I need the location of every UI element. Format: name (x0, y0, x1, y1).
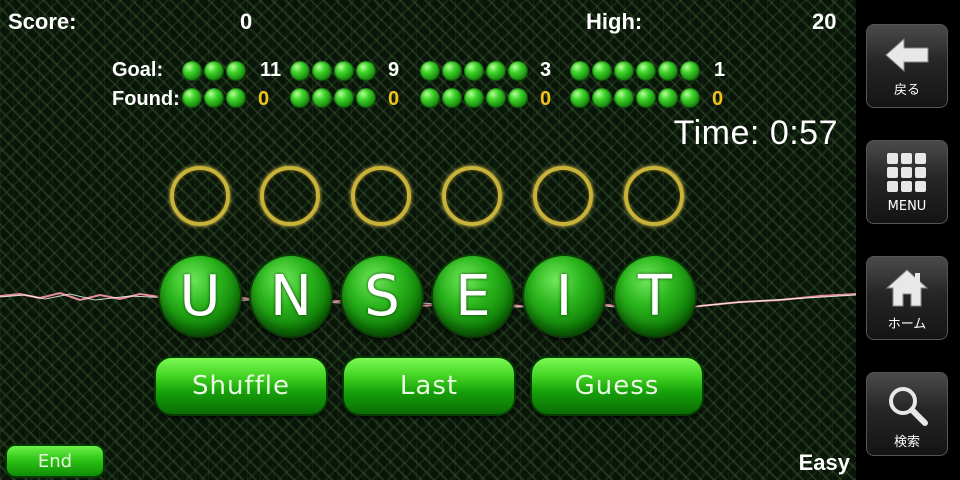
last-button[interactable]: Last (342, 356, 516, 416)
back-arrow-icon (885, 37, 929, 73)
letter-tile-1[interactable]: U (158, 254, 242, 338)
ball-icon (204, 61, 224, 81)
ball-icon (658, 88, 678, 108)
search-button[interactable]: 検索 (866, 372, 948, 456)
letter-tile-5[interactable]: I (522, 254, 606, 338)
timer: Time: 0:57 (674, 114, 838, 153)
answer-slot-5[interactable] (533, 166, 593, 226)
ball-icon (420, 61, 440, 81)
home-label: ホーム (887, 317, 927, 332)
goal-balls-5 (420, 61, 528, 81)
ball-icon (570, 88, 590, 108)
ball-icon (464, 88, 484, 108)
goal-balls-4 (290, 61, 376, 81)
ball-icon (182, 88, 202, 108)
found-balls-3 (182, 88, 246, 108)
found-balls-4 (290, 88, 376, 108)
letter-tile-2[interactable]: N (249, 254, 333, 338)
game-area: Score: 0 High: 20 Goal: Found: 11 0 9 0 … (0, 0, 856, 480)
ball-icon (290, 88, 310, 108)
ball-icon (486, 61, 506, 81)
end-button[interactable]: End (5, 444, 105, 478)
home-button[interactable]: ホーム (866, 256, 948, 340)
answer-slot-2[interactable] (260, 166, 320, 226)
ball-icon (658, 61, 678, 81)
ball-icon (442, 61, 462, 81)
system-sidebar: 戻る MENU ホーム 検索 (856, 0, 960, 480)
answer-slot-1[interactable] (170, 166, 230, 226)
ball-icon (508, 88, 528, 108)
ball-icon (636, 61, 656, 81)
goal-count-3: 11 (260, 59, 282, 81)
home-icon (885, 269, 929, 307)
search-label: 検索 (893, 435, 920, 450)
ball-icon (680, 88, 700, 108)
ball-icon (614, 61, 634, 81)
ball-icon (356, 88, 376, 108)
menu-button[interactable]: MENU (866, 140, 948, 224)
goal-count-6: 1 (714, 59, 726, 81)
ball-icon (182, 61, 202, 81)
ball-icon (486, 88, 506, 108)
ball-icon (312, 61, 332, 81)
goal-count-5: 3 (540, 59, 552, 81)
ball-icon (592, 61, 612, 81)
ball-icon (290, 61, 310, 81)
answer-slot-3[interactable] (351, 166, 411, 226)
letter-tile-3[interactable]: S (340, 254, 424, 338)
guess-button[interactable]: Guess (530, 356, 704, 416)
search-icon (889, 387, 928, 426)
ball-icon (356, 61, 376, 81)
found-count-6: 0 (712, 88, 724, 110)
ball-icon (420, 88, 440, 108)
timer-label: Time: (673, 114, 760, 152)
goal-balls-3 (182, 61, 246, 81)
found-count-4: 0 (388, 88, 400, 110)
found-balls-6 (570, 88, 700, 108)
high-score-value: 20 (812, 9, 837, 34)
ball-icon (204, 88, 224, 108)
ball-icon (508, 61, 528, 81)
goal-label: Goal: (112, 59, 164, 81)
ball-icon (442, 88, 462, 108)
high-score-label: High: (586, 9, 643, 34)
found-count-3: 0 (258, 88, 270, 110)
menu-label: MENU (887, 199, 927, 214)
answer-slot-4[interactable] (442, 166, 502, 226)
score-label: Score: (8, 9, 77, 34)
found-label: Found: (112, 88, 180, 110)
ball-icon (680, 61, 700, 81)
ball-icon (226, 61, 246, 81)
letter-tile-4[interactable]: E (431, 254, 515, 338)
ball-icon (570, 61, 590, 81)
ball-icon (312, 88, 332, 108)
grid-menu-icon (887, 153, 926, 192)
shuffle-button[interactable]: Shuffle (154, 356, 328, 416)
found-balls-5 (420, 88, 528, 108)
ball-icon (334, 88, 354, 108)
score-value: 0 (240, 9, 253, 34)
lightning-decoration (0, 291, 856, 314)
answer-slot-6[interactable] (624, 166, 684, 226)
ball-icon (636, 88, 656, 108)
ball-icon (226, 88, 246, 108)
found-count-5: 0 (540, 88, 552, 110)
difficulty-label: Easy (798, 450, 850, 475)
back-label: 戻る (893, 83, 920, 98)
ball-icon (334, 61, 354, 81)
timer-value: 0:57 (769, 114, 838, 152)
letter-tile-6[interactable]: T (613, 254, 697, 338)
ball-icon (614, 88, 634, 108)
back-button[interactable]: 戻る (866, 24, 948, 108)
goal-balls-6 (570, 61, 700, 81)
ball-icon (464, 61, 484, 81)
goal-count-4: 9 (388, 59, 400, 81)
ball-icon (592, 88, 612, 108)
